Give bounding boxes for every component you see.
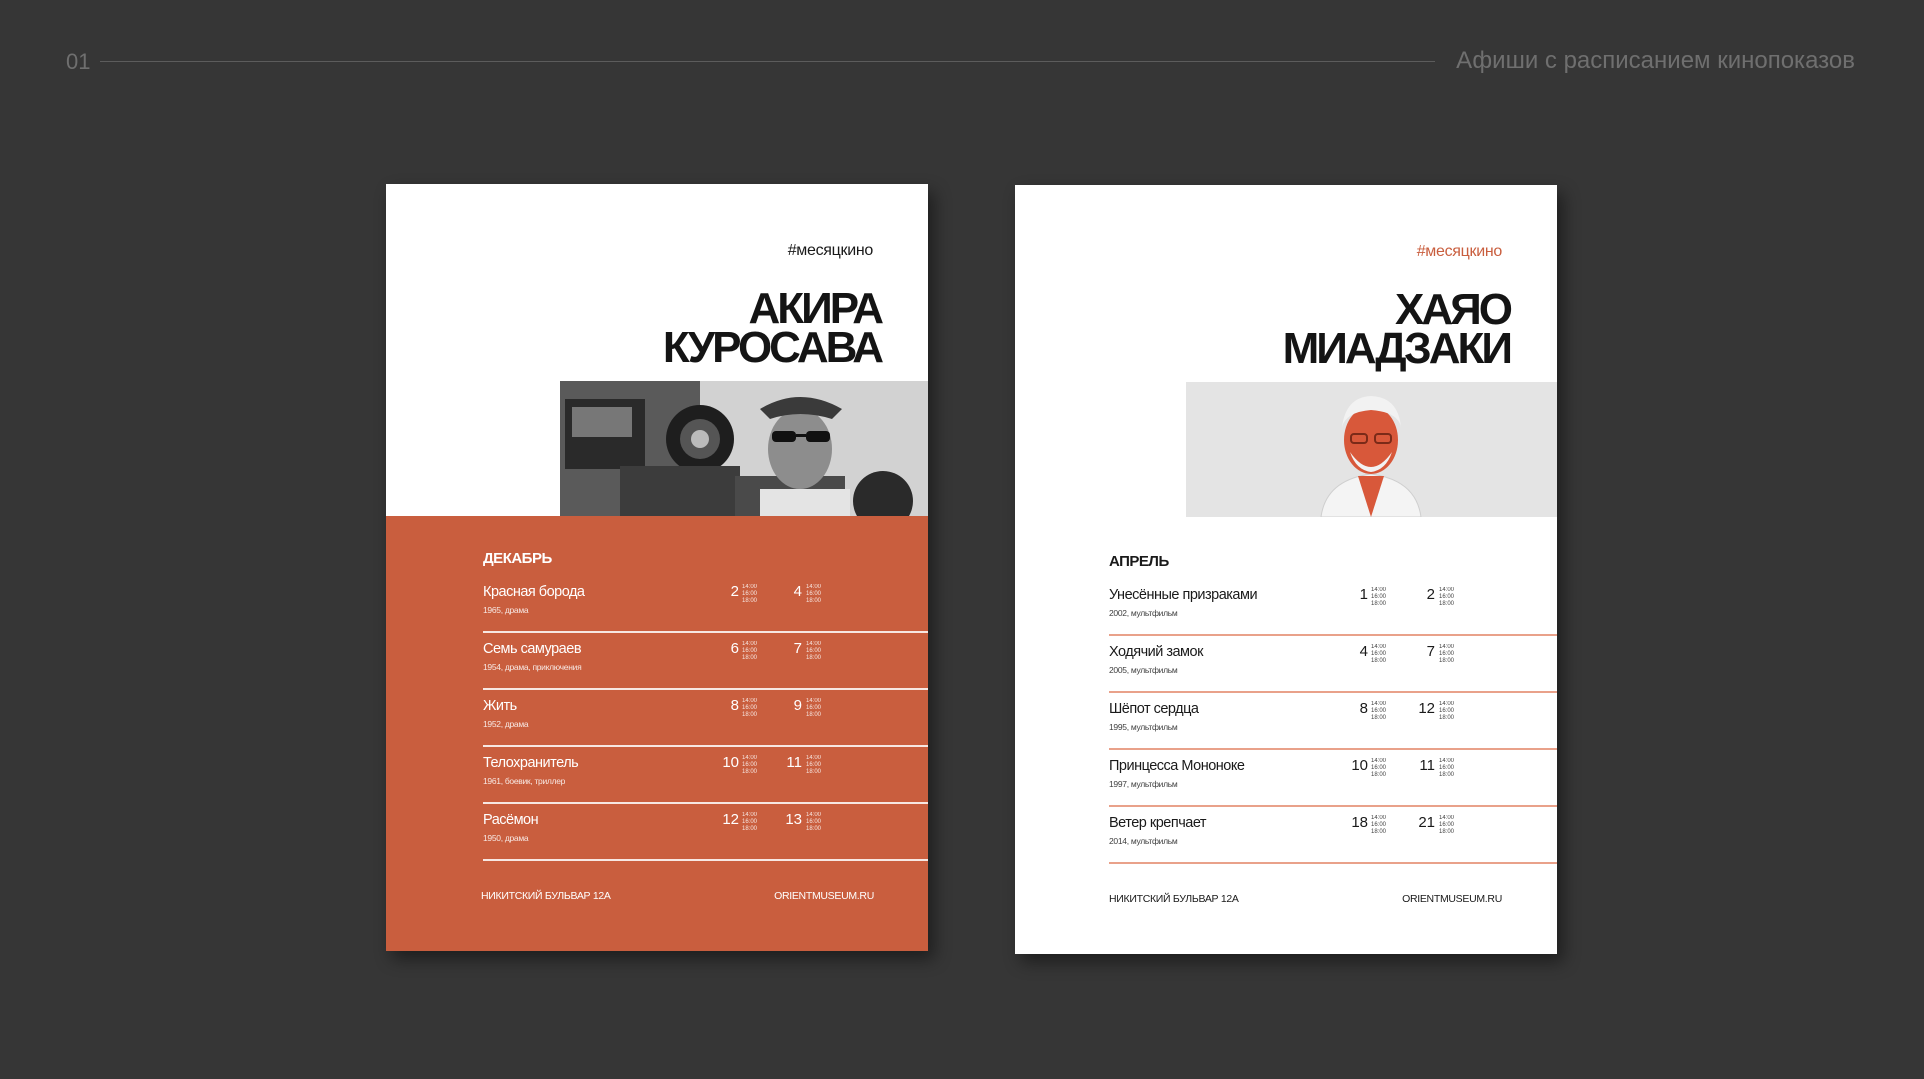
screening-date: 6 — [730, 640, 739, 657]
film-meta: 1961, боевик, триллер — [483, 776, 566, 786]
film-row: Жить 1952, драма 8 14:00 16:00 18:00 9 14:… — [483, 690, 928, 747]
venue-website: ORIENTMUSEUM.RU — [774, 890, 874, 902]
screening-date: 2 — [730, 583, 739, 600]
screening-times: 14:00 16:00 18:00 — [1439, 701, 1455, 721]
screening-times: 14:00 16:00 18:00 — [742, 584, 758, 604]
screening-date: 4 — [793, 583, 802, 600]
screening-times: 14:00 16:00 18:00 — [742, 641, 758, 661]
screening-times: 14:00 16:00 18:00 — [1371, 587, 1387, 607]
film-row: Ветер крепчает 2014, мультфильм 18 14:00… — [1109, 807, 1557, 864]
film-row: Принцесса Мононоке 1997, мультфильм 10 1… — [1109, 750, 1557, 807]
camera-operator-illustration — [560, 381, 928, 516]
venue-address: НИКИТСКИЙ БУЛЬВАР 12А — [1109, 893, 1239, 905]
film-meta: 1965, драма — [483, 605, 529, 615]
director-photo — [1186, 382, 1557, 517]
screening-date: 2 — [1426, 586, 1435, 603]
director-name-line2: МИАДЗАКИ — [1282, 324, 1513, 373]
screening-date: 10 — [722, 754, 739, 771]
screening-date: 7 — [1426, 643, 1435, 660]
screening-times: 14:00 16:00 18:00 — [1371, 644, 1387, 664]
screening-date: 13 — [785, 811, 802, 828]
film-row: Шёпот сердца 1995, мультфильм 8 14:00 16:… — [1109, 693, 1557, 750]
director-photo — [560, 381, 928, 516]
venue-address: НИКИТСКИЙ БУЛЬВАР 12А — [481, 890, 611, 902]
film-meta: 2014, мультфильм — [1109, 836, 1178, 846]
screening-date: 1 — [1359, 586, 1368, 603]
film-row: Ходячий замок 2005, мультфильм 4 14:00 16… — [1109, 636, 1557, 693]
screening-date: 9 — [793, 697, 802, 714]
schedule-panel: ДЕКАБРЬ Красная борода 1965, драма 2 14:… — [386, 516, 928, 951]
screening-date: 8 — [1359, 700, 1368, 717]
film-title: Телохранитель — [483, 755, 579, 771]
screening-times: 14:00 16:00 18:00 — [806, 698, 822, 718]
screening-date: 18 — [1351, 814, 1368, 831]
screening-times: 14:00 16:00 18:00 — [742, 812, 758, 832]
slide-header: 01 Афиши с расписанием кинопоказов — [0, 0, 1924, 120]
poster-kurosawa: #месяцкино АКИРА КУРОСАВА ДЕКАБРЬ Красна… — [386, 184, 928, 951]
film-title: Унесённые призраками — [1109, 587, 1258, 603]
film-title: Семь самураев — [483, 641, 582, 657]
film-meta: 2005, мультфильм — [1109, 665, 1178, 675]
screening-date: 12 — [1418, 700, 1435, 717]
film-meta: 2002, мультфильм — [1109, 608, 1178, 618]
screening-times: 14:00 16:00 18:00 — [1439, 815, 1455, 835]
film-meta: 1997, мультфильм — [1109, 779, 1178, 789]
film-title: Расёмон — [483, 812, 539, 828]
screening-date: 8 — [730, 697, 739, 714]
poster-miyazaki: #месяцкино ХАЯО МИАДЗАКИ АПРЕЛЬ Унесённы… — [1015, 185, 1557, 954]
screening-times: 14:00 16:00 18:00 — [1371, 815, 1387, 835]
film-list: Унесённые призраками 2002, мультфильм 1 … — [1109, 579, 1557, 864]
slide-number: 01 — [66, 49, 91, 74]
director-portrait-illustration — [1186, 382, 1557, 517]
poster-hashtag: #месяцкино — [1416, 243, 1503, 260]
screening-times: 14:00 16:00 18:00 — [806, 755, 822, 775]
slide-title: Афиши с расписанием кинопоказов — [1456, 47, 1855, 74]
film-list: Красная борода 1965, драма 2 14:00 16:00 1… — [483, 576, 928, 861]
film-meta: 1952, драма — [483, 719, 529, 729]
screening-date: 11 — [786, 754, 802, 771]
venue-website: ORIENTMUSEUM.RU — [1402, 893, 1502, 905]
director-name: АКИРА КУРОСАВА — [662, 287, 884, 372]
screening-date: 4 — [1359, 643, 1368, 660]
screening-times: 14:00 16:00 18:00 — [742, 698, 758, 718]
header-divider — [100, 61, 1435, 62]
film-meta: 1954, драма, приключения — [483, 662, 582, 672]
screening-times: 14:00 16:00 18:00 — [806, 812, 822, 832]
screening-times: 14:00 16:00 18:00 — [1439, 758, 1455, 778]
film-row: Унесённые призраками 2002, мультфильм 1 … — [1109, 579, 1557, 636]
screening-date: 11 — [1419, 757, 1435, 774]
film-title: Принцесса Мононоке — [1109, 758, 1245, 774]
poster-hashtag: #месяцкино — [787, 242, 874, 259]
film-row: Расёмон 1950, драма 12 14:00 16:00 18:00 1… — [483, 804, 928, 861]
film-title: Красная борода — [483, 584, 585, 600]
film-row: Семь самураев 1954, драма, приключения 6… — [483, 633, 928, 690]
screening-date: 21 — [1418, 814, 1435, 831]
film-row: Телохранитель 1961, боевик, триллер 10 1… — [483, 747, 928, 804]
film-title: Ходячий замок — [1109, 644, 1203, 660]
screening-times: 14:00 16:00 18:00 — [1439, 587, 1455, 607]
screening-date: 10 — [1351, 757, 1368, 774]
schedule-month: АПРЕЛЬ — [1109, 553, 1169, 570]
director-name: ХАЯО МИАДЗАКИ — [1282, 288, 1513, 373]
director-name-line2: КУРОСАВА — [662, 323, 884, 372]
screening-times: 14:00 16:00 18:00 — [1371, 758, 1387, 778]
film-title: Шёпот сердца — [1109, 701, 1199, 717]
screening-date: 7 — [793, 640, 802, 657]
schedule-panel: АПРЕЛЬ Унесённые призраками 2002, мультф… — [1015, 517, 1557, 952]
screening-times: 14:00 16:00 18:00 — [806, 584, 822, 604]
screening-date: 12 — [722, 811, 739, 828]
film-meta: 1950, драма — [483, 833, 529, 843]
film-title: Жить — [483, 698, 517, 714]
screening-times: 14:00 16:00 18:00 — [742, 755, 758, 775]
screening-times: 14:00 16:00 18:00 — [806, 641, 822, 661]
screening-times: 14:00 16:00 18:00 — [1371, 701, 1387, 721]
film-title: Ветер крепчает — [1109, 815, 1207, 831]
schedule-month: ДЕКАБРЬ — [483, 550, 552, 567]
screening-times: 14:00 16:00 18:00 — [1439, 644, 1455, 664]
film-row: Красная борода 1965, драма 2 14:00 16:00 1… — [483, 576, 928, 633]
film-meta: 1995, мультфильм — [1109, 722, 1178, 732]
